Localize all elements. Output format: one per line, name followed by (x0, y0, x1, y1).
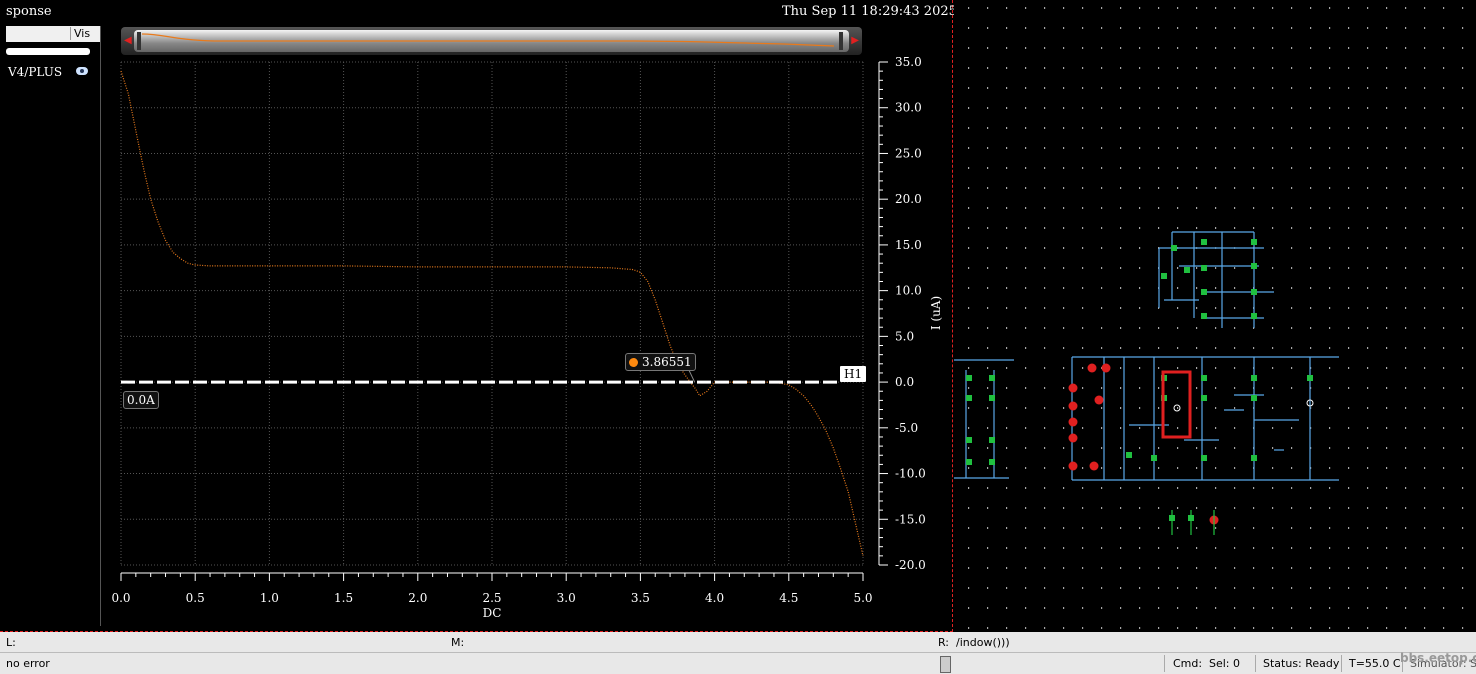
y-tick-label: 10.0 (895, 284, 922, 298)
x-tick-label: 3.0 (557, 591, 576, 605)
transistor-icon (1151, 455, 1157, 461)
y-tick-label: 35.0 (895, 55, 922, 69)
transistor-icon (1184, 267, 1190, 273)
red-device-icon (1087, 363, 1097, 373)
red-device-icon (1068, 401, 1078, 411)
y-tick-label: 0.0 (895, 375, 914, 389)
y-tick-label: -20.0 (895, 558, 926, 572)
x-tick-label: 2.5 (482, 591, 501, 605)
x-tick-label: 1.0 (260, 591, 279, 605)
transistor-icon (1171, 245, 1177, 251)
x-tick-label: 1.5 (334, 591, 353, 605)
transistor-icon (966, 437, 972, 443)
plot-area[interactable]: 0.0 0.5 1.0 1.5 2.0 2.5 3.0 3.5 4.0 4.5 5.0 35.0 30… (0, 0, 952, 630)
transistor-icon (1251, 239, 1257, 245)
status-scroll-handle[interactable] (940, 656, 951, 673)
x-tick-label: 0.5 (186, 591, 205, 605)
x-tick-label: 2.0 (408, 591, 427, 605)
cursor-dot-icon (629, 358, 638, 367)
transistor-icon (966, 395, 972, 401)
x-tick-label: 0.0 (111, 591, 130, 605)
x-tick-label: 4.0 (705, 591, 724, 605)
transistor-icon (1251, 395, 1257, 401)
y-tick-label: 25.0 (895, 146, 922, 160)
cursor-value-tag[interactable]: 3.86551 (625, 353, 696, 371)
y-tick-label: 30.0 (895, 101, 922, 115)
transistor-icon (1201, 395, 1207, 401)
red-device-icon (1068, 383, 1078, 393)
transistor-icon (1307, 375, 1313, 381)
x-axis-label: DC (483, 606, 502, 620)
transistor-icon (989, 459, 995, 465)
x-tick-label: 5.0 (853, 591, 872, 605)
transistor-icon (1201, 313, 1207, 319)
y-axis-label: I (uA) (929, 296, 943, 330)
schematic-window[interactable] (954, 0, 1476, 632)
y-tick-label: -5.0 (895, 421, 918, 435)
transistor-icon (1201, 239, 1207, 245)
transistor-icon (1126, 452, 1132, 458)
transistor-icon (989, 437, 995, 443)
status-ready: Status: Ready (1263, 657, 1340, 670)
transistor-icon (966, 459, 972, 465)
left-mouse-label: L: (6, 636, 16, 649)
y-tick-label: -10.0 (895, 467, 926, 481)
transistor-icon (989, 375, 995, 381)
transistor-icon (1201, 265, 1207, 271)
waveform-window: sponse Thu Sep 11 18:29:43 2025 1 Vis V4… (0, 0, 978, 632)
transistor-icon (989, 395, 995, 401)
status-bar: no error Cmd: Sel: 0 Status: Ready T=55.… (0, 651, 1476, 674)
cmd-label: Cmd: (1173, 657, 1203, 670)
selected-instance-box (1161, 370, 1192, 439)
transistor-icon (1251, 289, 1257, 295)
y-tick-label: 5.0 (895, 329, 914, 343)
y-tick-label: 20.0 (895, 192, 922, 206)
red-device-icon (1068, 461, 1078, 471)
red-device-icon (1101, 363, 1111, 373)
selection-count: Sel: 0 (1209, 657, 1241, 670)
red-device-icon (1094, 395, 1104, 405)
right-mouse-label: R: (938, 636, 950, 649)
temperature: T=55.0 C (1349, 657, 1401, 670)
y-tick-label: -15.0 (895, 512, 926, 526)
y-tick-label: 15.0 (895, 238, 922, 252)
h-marker-value: 0.0A (123, 391, 159, 409)
cursor-value: 3.86551 (642, 355, 692, 369)
transistor-icon (1251, 375, 1257, 381)
transistor-icon (1201, 455, 1207, 461)
red-device-icon (1068, 417, 1078, 427)
red-device-icon (1068, 433, 1078, 443)
schematic-canvas[interactable] (954, 0, 1476, 632)
transistor-icon (1251, 455, 1257, 461)
red-device-icon (1089, 461, 1099, 471)
x-tick-label: 3.5 (631, 591, 650, 605)
transistor-icon (966, 375, 972, 381)
transistor-icon (1251, 263, 1257, 269)
transistor-icon (1201, 289, 1207, 295)
transistor-icon (1201, 375, 1207, 381)
transistor-icon (1251, 313, 1257, 319)
mouse-binding-bar: L: M: R: /indow())) (0, 632, 1476, 652)
h-marker-label[interactable]: H1 (840, 366, 867, 382)
x-tick-label: 4.5 (779, 591, 798, 605)
right-mouse-text: /indow())) (956, 636, 1010, 649)
watermark: bbs.eetop.cn (1400, 651, 1476, 665)
transistor-icon (1161, 273, 1167, 279)
middle-mouse-label: M: (451, 636, 465, 649)
status-message: no error (6, 657, 50, 670)
